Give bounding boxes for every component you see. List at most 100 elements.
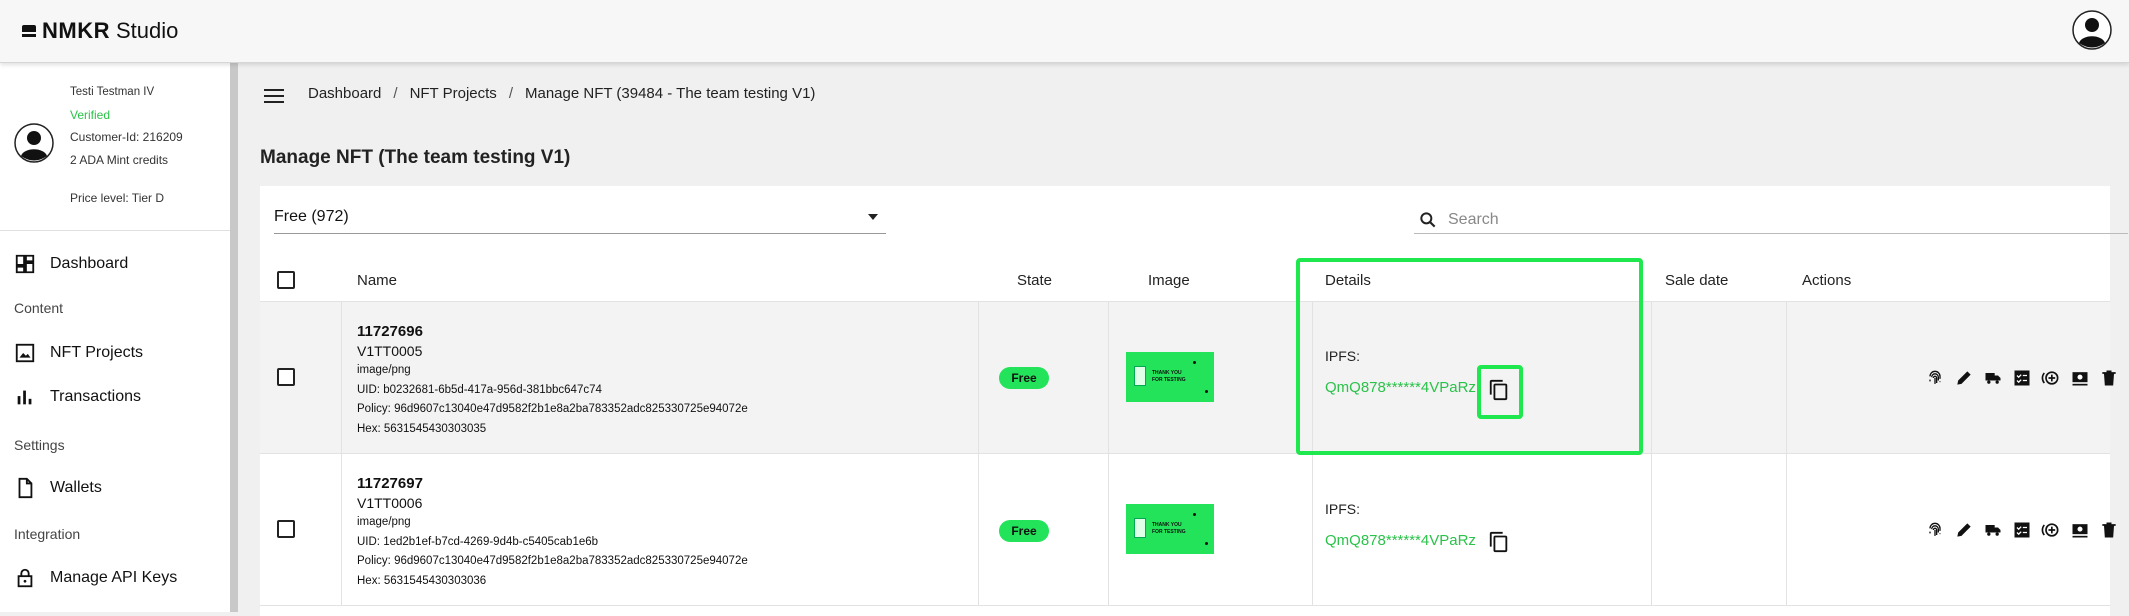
copy-button-highlight bbox=[1477, 365, 1523, 419]
nft-thumbnail[interactable]: THANK YOU FOR TESTING bbox=[1126, 352, 1214, 402]
nft-thumbnail[interactable]: THANK YOU FOR TESTING bbox=[1126, 504, 1214, 554]
nft-id[interactable]: 11727697 bbox=[357, 474, 748, 494]
sidebar-scrollbar[interactable] bbox=[230, 63, 238, 612]
app-logo[interactable]: NMKR Studio bbox=[22, 18, 178, 44]
dashboard-icon bbox=[15, 254, 35, 274]
cell-divider bbox=[1651, 454, 1652, 606]
section-settings: Settings bbox=[14, 437, 65, 453]
nft-uid: UID: 1ed2b1ef-b7cd-4269-9d4b-c5405cab1e6… bbox=[357, 535, 599, 548]
main-content: Dashboard / NFT Projects / Manage NFT (3… bbox=[238, 63, 2129, 616]
column-name: Name bbox=[357, 272, 398, 289]
thumbnail-text: THANK YOU bbox=[1152, 370, 1182, 376]
sidebar-item-label: Dashboard bbox=[50, 255, 129, 272]
state-filter-select[interactable]: Free (972) bbox=[274, 208, 886, 234]
profile-name: Testi Testman IV bbox=[70, 86, 155, 98]
search-input[interactable]: Search bbox=[1414, 206, 2128, 234]
nft-id[interactable]: 11727696 bbox=[357, 322, 748, 342]
ipfs-link[interactable]: QmQ878******4VPaRz bbox=[1325, 532, 1476, 549]
nft-policy: Policy: 96d9607c13040e47d9582f2b1e8a2ba7… bbox=[357, 555, 748, 567]
customer-id: Customer-Id: 216209 bbox=[70, 130, 183, 144]
edit-icon[interactable] bbox=[1954, 368, 1974, 388]
checklist-icon[interactable] bbox=[2012, 368, 2032, 388]
mint-icon[interactable] bbox=[2041, 520, 2061, 540]
table-header: Name State Image Details Sale date Actio… bbox=[260, 258, 2110, 302]
cell-divider bbox=[1786, 454, 1787, 606]
cell-divider bbox=[978, 302, 979, 454]
nft-policy: Policy: 96d9607c13040e47d9582f2b1e8a2ba7… bbox=[357, 403, 748, 415]
breadcrumb-nft-projects[interactable]: NFT Projects bbox=[410, 85, 497, 102]
sidebar-item-dashboard[interactable]: Dashboard bbox=[14, 253, 128, 275]
account-icon[interactable] bbox=[2072, 10, 2112, 50]
menu-icon[interactable] bbox=[264, 89, 284, 103]
search-icon bbox=[1420, 211, 1436, 227]
edit-icon[interactable] bbox=[1954, 520, 1974, 540]
logo-icon bbox=[22, 24, 36, 38]
breadcrumb-dashboard[interactable]: Dashboard bbox=[308, 85, 381, 102]
column-actions: Actions bbox=[1802, 272, 1852, 289]
status-badge: Free bbox=[999, 520, 1049, 542]
sidebar-item-nft-projects[interactable]: NFT Projects bbox=[14, 342, 143, 364]
thumbnail-text: THANK YOU bbox=[1152, 522, 1182, 528]
sidebar-item-label: NFT Projects bbox=[50, 344, 144, 361]
row-actions bbox=[1925, 520, 2128, 540]
ipfs-label: IPFS: bbox=[1325, 501, 1361, 517]
nft-token-name: V1TT0006 bbox=[357, 494, 423, 511]
nft-table-card: Free (972) Search Name State Image Detai… bbox=[260, 186, 2128, 616]
row-checkbox[interactable] bbox=[277, 520, 295, 538]
nft-uid: UID: b0232681-6b5d-417a-956d-381bbc647c7… bbox=[357, 383, 602, 396]
page-title: Manage NFT (The team testing V1) bbox=[260, 147, 571, 168]
sidebar-item-wallets[interactable]: Wallets bbox=[14, 477, 102, 499]
table-row[interactable]: 11727697 V1TT0006 image/png UID: 1ed2b1e… bbox=[260, 454, 2116, 606]
row-actions bbox=[1925, 368, 2128, 388]
sidebar-divider bbox=[0, 230, 230, 231]
section-integration: Integration bbox=[14, 526, 81, 542]
sidebar-item-label: Manage API Keys bbox=[50, 569, 178, 586]
bar-chart-icon bbox=[17, 390, 32, 405]
nft-mime: image/png bbox=[357, 364, 411, 376]
nft-name-cell: 11727697 V1TT0006 image/png UID: 1ed2b1e… bbox=[357, 474, 748, 591]
cell-divider bbox=[1786, 302, 1787, 454]
cell-divider bbox=[1108, 454, 1109, 606]
nft-token-name: V1TT0005 bbox=[357, 342, 423, 359]
logo-text-bold: NMKR bbox=[42, 18, 110, 43]
copy-icon[interactable] bbox=[1488, 531, 1510, 553]
filter-value: Free (972) bbox=[274, 208, 349, 225]
row-checkbox[interactable] bbox=[277, 368, 295, 386]
cell-divider bbox=[978, 454, 979, 606]
table-row[interactable]: 11727696 V1TT0005 image/png UID: b023268… bbox=[260, 302, 2116, 454]
search-placeholder: Search bbox=[1448, 210, 1499, 228]
file-icon bbox=[18, 477, 33, 499]
breadcrumb-current: Manage NFT (39484 - The team testing V1) bbox=[524, 85, 816, 102]
cell-divider bbox=[341, 302, 342, 454]
breadcrumb-separator: / bbox=[508, 85, 513, 102]
column-sale-date: Sale date bbox=[1665, 272, 1729, 289]
sidebar: Testi Testman IV Verified Customer-Id: 2… bbox=[0, 63, 230, 612]
column-image: Image bbox=[1148, 272, 1190, 289]
sell-icon[interactable] bbox=[2070, 520, 2090, 540]
send-icon[interactable] bbox=[1983, 520, 2003, 540]
delete-icon[interactable] bbox=[2099, 368, 2119, 388]
mint-icon[interactable] bbox=[2041, 368, 2061, 388]
breadcrumb: Dashboard / NFT Projects / Manage NFT (3… bbox=[308, 85, 815, 102]
profile-info: Testi Testman IV Verified Customer-Id: 2… bbox=[70, 81, 183, 171]
delete-icon[interactable] bbox=[2099, 520, 2119, 540]
image-icon bbox=[15, 343, 35, 363]
checklist-icon[interactable] bbox=[2012, 520, 2032, 540]
sell-icon[interactable] bbox=[2070, 368, 2090, 388]
nft-hex: Hex: 5631545430303036 bbox=[357, 574, 487, 587]
chevron-down-icon bbox=[868, 214, 878, 220]
top-bar: NMKR Studio bbox=[0, 0, 2129, 63]
select-all-checkbox[interactable] bbox=[277, 271, 295, 289]
send-icon[interactable] bbox=[1983, 368, 2003, 388]
mint-credits: 2 ADA Mint credits bbox=[70, 152, 169, 167]
nft-name-cell: 11727696 V1TT0005 image/png UID: b023268… bbox=[357, 322, 748, 439]
fingerprint-icon[interactable] bbox=[1925, 368, 1945, 388]
fingerprint-icon[interactable] bbox=[1925, 520, 1945, 540]
logo-text-light: Studio bbox=[116, 18, 179, 43]
sidebar-item-transactions[interactable]: Transactions bbox=[14, 386, 141, 408]
cell-divider bbox=[341, 454, 342, 606]
status-badge: Free bbox=[999, 367, 1049, 389]
cell-divider bbox=[1312, 454, 1313, 606]
sidebar-item-api-keys[interactable]: Manage API Keys bbox=[14, 567, 177, 589]
thumbnail-text: FOR TESTING bbox=[1152, 529, 1186, 535]
